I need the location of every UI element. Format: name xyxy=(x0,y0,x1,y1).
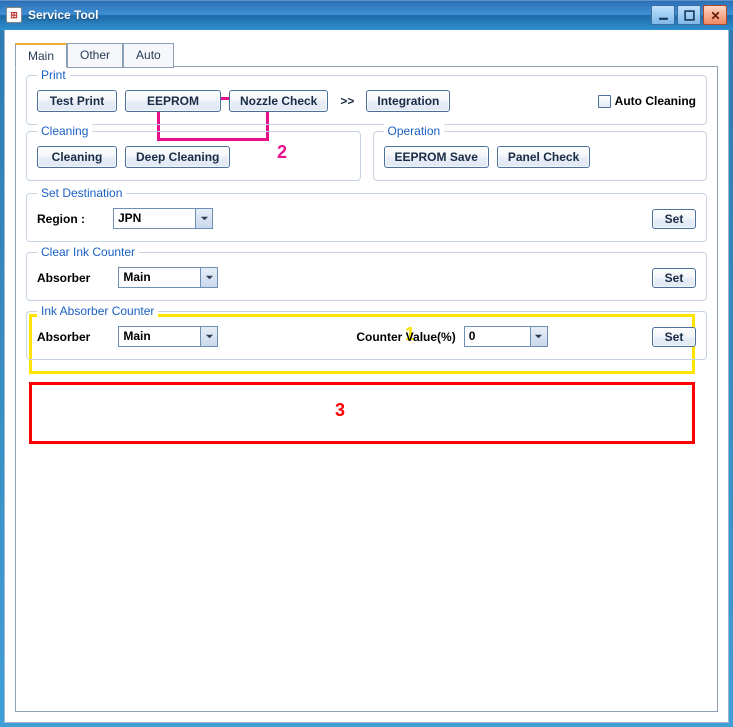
group-print: Print Test Print EEPROM Nozzle Check >> … xyxy=(26,75,707,125)
legend-print: Print xyxy=(37,68,70,82)
integration-button[interactable]: Integration xyxy=(366,90,450,112)
window-title: Service Tool xyxy=(28,8,649,22)
legend-clear-ink: Clear Ink Counter xyxy=(37,245,139,259)
chevron-down-icon[interactable] xyxy=(200,268,217,287)
panel-check-button[interactable]: Panel Check xyxy=(497,146,590,168)
set-destination-set-button[interactable]: Set xyxy=(652,209,696,229)
ink-absorber-label: Absorber xyxy=(37,330,90,344)
chevron-right-icon: >> xyxy=(336,94,358,108)
group-set-destination: Set Destination Region : JPN Set xyxy=(26,193,707,242)
legend-ink-absorber: Ink Absorber Counter xyxy=(37,304,158,318)
group-clear-ink-counter: Clear Ink Counter Absorber Main Set xyxy=(26,252,707,301)
test-print-button[interactable]: Test Print xyxy=(37,90,117,112)
region-label: Region : xyxy=(37,212,85,226)
tab-auto[interactable]: Auto xyxy=(123,43,174,68)
tab-page-main: Print Test Print EEPROM Nozzle Check >> … xyxy=(15,66,718,712)
tab-other[interactable]: Other xyxy=(67,43,123,68)
tab-main[interactable]: Main xyxy=(15,43,67,68)
chevron-down-icon[interactable] xyxy=(195,209,212,228)
nozzle-check-button[interactable]: Nozzle Check xyxy=(229,90,328,112)
clear-ink-set-button[interactable]: Set xyxy=(652,268,696,288)
legend-operation: Operation xyxy=(384,124,445,138)
tab-strip: Main Other Auto xyxy=(15,42,718,67)
window-buttons xyxy=(649,5,727,25)
chevron-down-icon[interactable] xyxy=(530,327,547,346)
ink-absorber-dropdown[interactable]: Main xyxy=(118,326,218,347)
group-ink-absorber-counter: Ink Absorber Counter Absorber Main Count… xyxy=(26,311,707,360)
region-dropdown-value: JPN xyxy=(114,209,195,228)
deep-cleaning-button[interactable]: Deep Cleaning xyxy=(125,146,230,168)
clear-ink-absorber-dropdown[interactable]: Main xyxy=(118,267,218,288)
auto-cleaning-checkbox[interactable] xyxy=(598,95,611,108)
clear-ink-absorber-label: Absorber xyxy=(37,271,90,285)
auto-cleaning-wrapper: Auto Cleaning xyxy=(598,94,696,108)
title-bar: ⊞ Service Tool xyxy=(0,0,733,30)
group-cleaning: Cleaning Cleaning Deep Cleaning xyxy=(26,131,361,181)
legend-cleaning: Cleaning xyxy=(37,124,92,138)
legend-set-destination: Set Destination xyxy=(37,186,126,200)
eeprom-button[interactable]: EEPROM xyxy=(125,90,221,112)
ink-absorber-value: Main xyxy=(119,327,200,346)
app-icon: ⊞ xyxy=(6,7,22,23)
counter-value-dropdown[interactable]: 0 xyxy=(464,326,548,347)
eeprom-save-button[interactable]: EEPROM Save xyxy=(384,146,489,168)
counter-value-label: Counter Value(%) xyxy=(356,330,455,344)
minimize-button[interactable] xyxy=(651,5,675,25)
region-dropdown[interactable]: JPN xyxy=(113,208,213,229)
ink-absorber-set-button[interactable]: Set xyxy=(652,327,696,347)
counter-value-text: 0 xyxy=(465,327,530,346)
maximize-button[interactable] xyxy=(677,5,701,25)
clear-ink-absorber-value: Main xyxy=(119,268,200,287)
group-operation: Operation EEPROM Save Panel Check xyxy=(373,131,708,181)
auto-cleaning-label: Auto Cleaning xyxy=(615,94,696,108)
close-button[interactable] xyxy=(703,5,727,25)
cleaning-button[interactable]: Cleaning xyxy=(37,146,117,168)
client-area: 2 1 3 Main Other Auto Print Test Print E… xyxy=(4,30,729,723)
chevron-down-icon[interactable] xyxy=(200,327,217,346)
